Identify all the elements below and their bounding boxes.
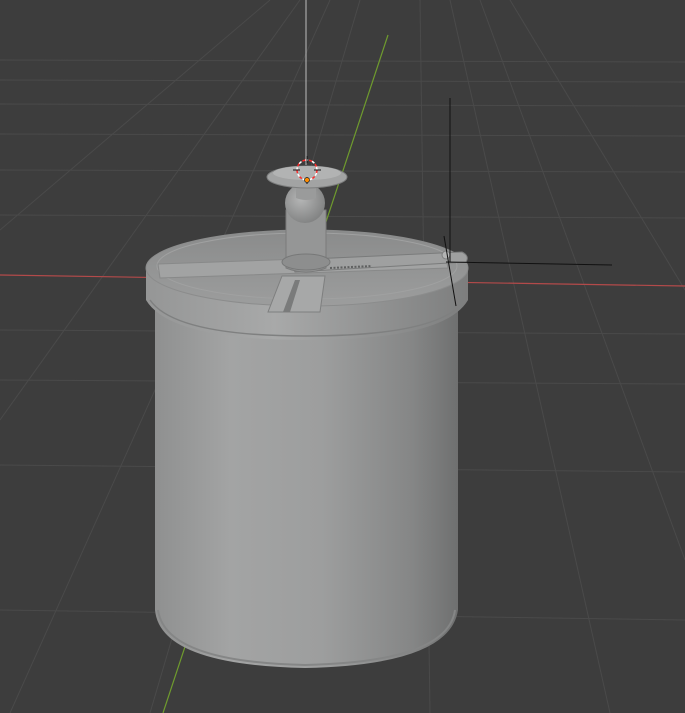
container-body[interactable] xyxy=(155,300,458,668)
3d-viewport[interactable] xyxy=(0,0,685,713)
hinge-pin xyxy=(441,250,451,260)
spout-collar xyxy=(281,253,331,271)
viewport-canvas[interactable] xyxy=(0,0,685,713)
mesh-object[interactable] xyxy=(145,165,469,668)
origin-dot-icon xyxy=(304,177,310,183)
empty-axes-icon[interactable] xyxy=(443,98,613,307)
